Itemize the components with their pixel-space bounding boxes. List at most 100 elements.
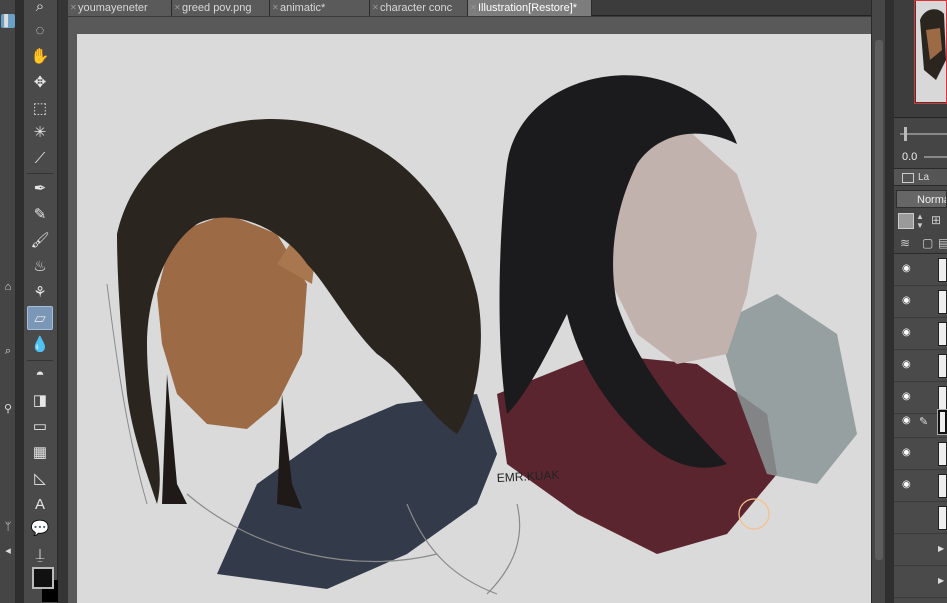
- layers-icon: [902, 173, 914, 183]
- tab-label: character conc: [380, 2, 453, 14]
- pen-edit-icon: ✎: [919, 416, 929, 428]
- slider-track: [900, 133, 947, 135]
- text-icon[interactable]: A: [27, 492, 53, 516]
- fill-icon[interactable]: ◓: [27, 362, 53, 386]
- layer-row[interactable]: ◉: [894, 470, 947, 502]
- blend-icon[interactable]: 💧: [27, 332, 53, 356]
- wrench-settings-icon[interactable]: ᛘ: [1, 520, 15, 534]
- foreground-color-swatch[interactable]: [32, 567, 54, 589]
- clip-studio-window: ▌ ⌂ ⌕ ⚲ ᛘ ◂ ⌕ ◌ ✋ ✥ ⬚ ✳ ⟋ ✒ ✎ 🖌 ♨ ⚘ ▱ 💧 …: [0, 0, 947, 603]
- frame-icon[interactable]: ▦: [27, 440, 53, 464]
- close-tab-icon[interactable]: ✕: [272, 0, 279, 16]
- slider-knob[interactable]: [904, 127, 907, 141]
- left-character-face: [157, 214, 307, 429]
- layer-stack-icon[interactable]: ≋: [900, 236, 910, 250]
- drawing-canvas[interactable]: EMR.KUAK: [77, 34, 871, 603]
- eye-icon[interactable]: ◉: [902, 448, 914, 458]
- layer-row[interactable]: ◉: [894, 254, 947, 286]
- document-tab-bar: ✕ youmayeneter ✕ greed pov.png ✕ animatic* …: [68, 0, 871, 16]
- layer-option-icon[interactable]: ▤: [938, 236, 947, 250]
- layer-row[interactable]: ◉: [894, 350, 947, 382]
- rotation-row: 0.0: [894, 148, 947, 166]
- eye-icon[interactable]: ◉: [902, 296, 914, 306]
- tab-youmayeneter[interactable]: ✕ youmayeneter: [68, 0, 172, 16]
- layer-folder-row[interactable]: [894, 502, 947, 534]
- layer-color-box[interactable]: [898, 213, 914, 229]
- ruler-icon[interactable]: ◺: [27, 466, 53, 490]
- chevron-icon[interactable]: ◂: [1, 544, 15, 558]
- blend-mode-select[interactable]: Norma: [896, 190, 947, 208]
- magnify-icon[interactable]: ⌕: [27, 0, 53, 18]
- pencil-icon[interactable]: ✎: [27, 202, 53, 226]
- layer-thumbnail: [938, 290, 947, 314]
- layer-thumbnail: [938, 474, 947, 498]
- eye-icon[interactable]: ◉: [902, 416, 914, 426]
- close-tab-icon[interactable]: ✕: [372, 0, 379, 16]
- close-tab-icon[interactable]: ✕: [70, 0, 77, 16]
- correct-line-icon[interactable]: ⍊: [27, 542, 53, 566]
- airbrush-icon[interactable]: ♨: [27, 254, 53, 278]
- eyedropper-icon[interactable]: ⟋: [27, 146, 53, 170]
- layer-row[interactable]: ◉: [894, 318, 947, 350]
- eye-icon[interactable]: ◉: [902, 360, 914, 370]
- navigator-zoom-slider[interactable]: [894, 124, 947, 144]
- navigator-panel: [894, 0, 947, 118]
- scrollbar-thumb[interactable]: [875, 40, 883, 560]
- rotation-track[interactable]: [924, 156, 947, 158]
- panel-gap: [885, 0, 894, 603]
- rotation-value: 0.0: [902, 151, 918, 163]
- wrench-icon[interactable]: ⚲: [1, 402, 15, 416]
- move-hand-icon[interactable]: ✋: [27, 44, 53, 68]
- blend-mode-value: Norma: [917, 194, 947, 206]
- layer-tab-label: La: [918, 172, 930, 183]
- pen-icon[interactable]: ✒: [27, 176, 53, 200]
- transform-icon[interactable]: ✥: [27, 70, 53, 94]
- opacity-stepper-icon[interactable]: ▲ ▼: [916, 212, 924, 230]
- balloon-icon[interactable]: 💬: [27, 516, 53, 540]
- tab-label: greed pov.png: [182, 2, 252, 14]
- tool-palette: ⌕ ◌ ✋ ✥ ⬚ ✳ ⟋ ✒ ✎ 🖌 ♨ ⚘ ▱ 💧 ◓ ◨ ▭ ▦ ◺ A …: [24, 0, 64, 603]
- tab-illustration[interactable]: ✕ Illustration[Restore]*: [468, 0, 592, 16]
- magic-wand-icon[interactable]: ✳: [27, 120, 53, 144]
- eye-icon[interactable]: ◉: [902, 328, 914, 338]
- layer-thumbnail: [938, 354, 947, 378]
- eye-icon[interactable]: ◉: [902, 264, 914, 274]
- right-panel: 0.0 La Norma ▲ ▼ ⊞ ≋ ▢ ▤ ◉ ◉ ◉ ◉ ◉ ◉ ✎ ◉…: [894, 0, 947, 603]
- figure-icon[interactable]: ▭: [27, 414, 53, 438]
- brush-icon[interactable]: 🖌: [27, 228, 53, 252]
- expand-arrow-icon[interactable]: ▶: [938, 576, 944, 585]
- search-icon[interactable]: ⌕: [1, 344, 15, 358]
- tab-label: animatic*: [280, 2, 326, 14]
- layer-folder-row[interactable]: ▶: [894, 534, 947, 566]
- layer-thumbnail: [938, 258, 947, 282]
- layer-row-selected[interactable]: ◉ ✎: [894, 406, 947, 438]
- marquee-icon[interactable]: ⬚: [27, 96, 53, 120]
- panel-gap: [58, 0, 68, 603]
- tab-label: Illustration[Restore]*: [478, 2, 578, 14]
- close-tab-icon[interactable]: ✕: [174, 0, 181, 16]
- layer-folder-row[interactable]: ▶: [894, 566, 947, 598]
- layer-lock-icon[interactable]: ⊞: [928, 213, 944, 229]
- layer-row[interactable]: ◉: [894, 286, 947, 318]
- gradient-icon[interactable]: ◨: [27, 388, 53, 412]
- tab-greed-pov[interactable]: ✕ greed pov.png: [172, 0, 270, 16]
- tab-character-concept[interactable]: ✕ character conc: [370, 0, 468, 16]
- expand-arrow-icon[interactable]: ▶: [938, 544, 944, 553]
- close-tab-icon[interactable]: ✕: [470, 0, 477, 16]
- toolbar-divider: [27, 173, 53, 174]
- sub-tool-icon[interactable]: ⌂: [1, 280, 15, 294]
- tab-label: youmayeneter: [78, 2, 148, 14]
- layer-row[interactable]: ◉: [894, 438, 947, 470]
- layer-opacity-row: ▲ ▼ ⊞: [894, 210, 947, 232]
- decoration-icon[interactable]: ⚘: [27, 280, 53, 304]
- left-edge-selected-tool-icon[interactable]: ▌: [1, 14, 15, 28]
- new-layer-icon[interactable]: ▢: [922, 236, 933, 250]
- panel-gap: [16, 0, 24, 603]
- layer-panel-tab[interactable]: La: [894, 168, 947, 186]
- eye-icon[interactable]: ◉: [902, 480, 914, 490]
- eraser-icon[interactable]: ▱: [27, 306, 53, 330]
- eye-icon[interactable]: ◉: [902, 392, 914, 402]
- lasso-rotate-icon[interactable]: ◌: [27, 18, 53, 42]
- canvas-vertical-scrollbar[interactable]: [871, 0, 885, 603]
- tab-animatic[interactable]: ✕ animatic*: [270, 0, 370, 16]
